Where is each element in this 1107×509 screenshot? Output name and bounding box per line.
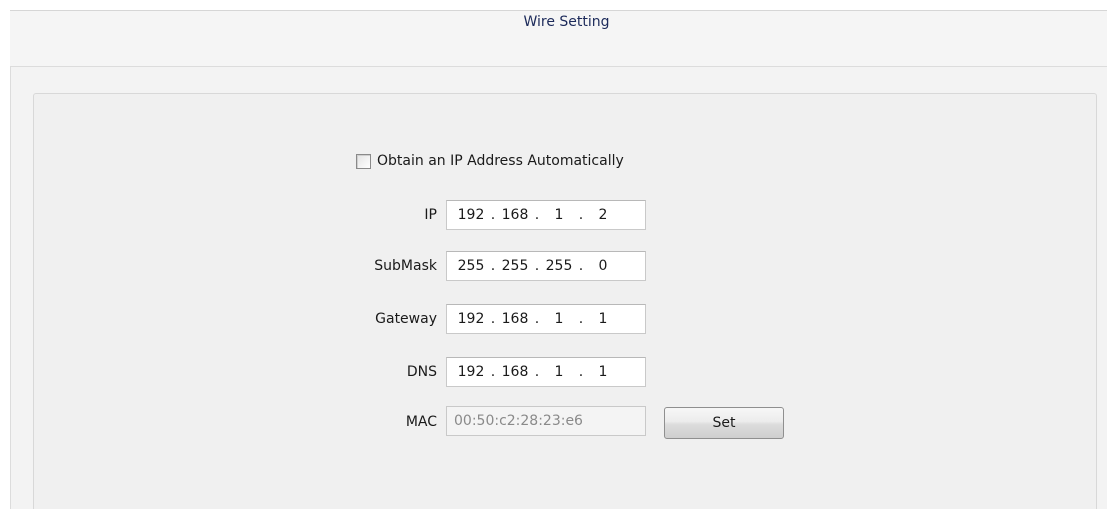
octet-separator: .	[490, 207, 496, 223]
obtain-ip-automatically-label: Obtain an IP Address Automatically	[377, 153, 624, 169]
set-button[interactable]: Set	[664, 407, 784, 439]
ip-octet-2[interactable]: 168	[498, 207, 532, 223]
ip-address-field[interactable]: 192 . 168 . 1 . 2	[446, 200, 646, 230]
mac-label: MAC	[405, 414, 437, 430]
mac-address-field: 00:50:c2:28:23:e6	[446, 406, 646, 436]
dns-field[interactable]: 192 . 168 . 1 . 1	[446, 357, 646, 387]
gateway-label: Gateway	[375, 311, 437, 327]
octet-separator: .	[578, 311, 584, 327]
submask-octet-1[interactable]: 255	[454, 258, 488, 274]
dns-octet-1[interactable]: 192	[454, 364, 488, 380]
gateway-octet-2[interactable]: 168	[498, 311, 532, 327]
ip-octet-3[interactable]: 1	[542, 207, 576, 223]
page-title: Wire Setting	[523, 14, 610, 30]
octet-separator: .	[578, 258, 584, 274]
ip-octet-4[interactable]: 2	[586, 207, 620, 223]
gateway-octet-3[interactable]: 1	[542, 311, 576, 327]
gateway-octet-1[interactable]: 192	[454, 311, 488, 327]
ip-octet-1[interactable]: 192	[454, 207, 488, 223]
submask-field[interactable]: 255 . 255 . 255 . 0	[446, 251, 646, 281]
submask-octet-2[interactable]: 255	[498, 258, 532, 274]
octet-separator: .	[490, 311, 496, 327]
octet-separator: .	[534, 207, 540, 223]
ip-label: IP	[424, 207, 437, 223]
octet-separator: .	[534, 258, 540, 274]
octet-separator: .	[490, 364, 496, 380]
obtain-ip-automatically-checkbox[interactable]	[356, 153, 371, 169]
octet-separator: .	[534, 364, 540, 380]
submask-octet-4[interactable]: 0	[586, 258, 620, 274]
octet-separator: .	[578, 207, 584, 223]
gateway-field[interactable]: 192 . 168 . 1 . 1	[446, 304, 646, 334]
octet-separator: .	[490, 258, 496, 274]
dns-octet-4[interactable]: 1	[586, 364, 620, 380]
dns-octet-2[interactable]: 168	[498, 364, 532, 380]
obtain-ip-automatically-checkbox-row[interactable]: Obtain an IP Address Automatically	[356, 150, 624, 172]
octet-separator: .	[534, 311, 540, 327]
octet-separator: .	[578, 364, 584, 380]
wire-setting-window: Wire Setting Obtain an IP Address Automa…	[0, 0, 1107, 509]
gateway-octet-4[interactable]: 1	[586, 311, 620, 327]
dns-octet-3[interactable]: 1	[542, 364, 576, 380]
submask-octet-3[interactable]: 255	[542, 258, 576, 274]
submask-label: SubMask	[374, 258, 437, 274]
dns-label: DNS	[406, 364, 437, 380]
